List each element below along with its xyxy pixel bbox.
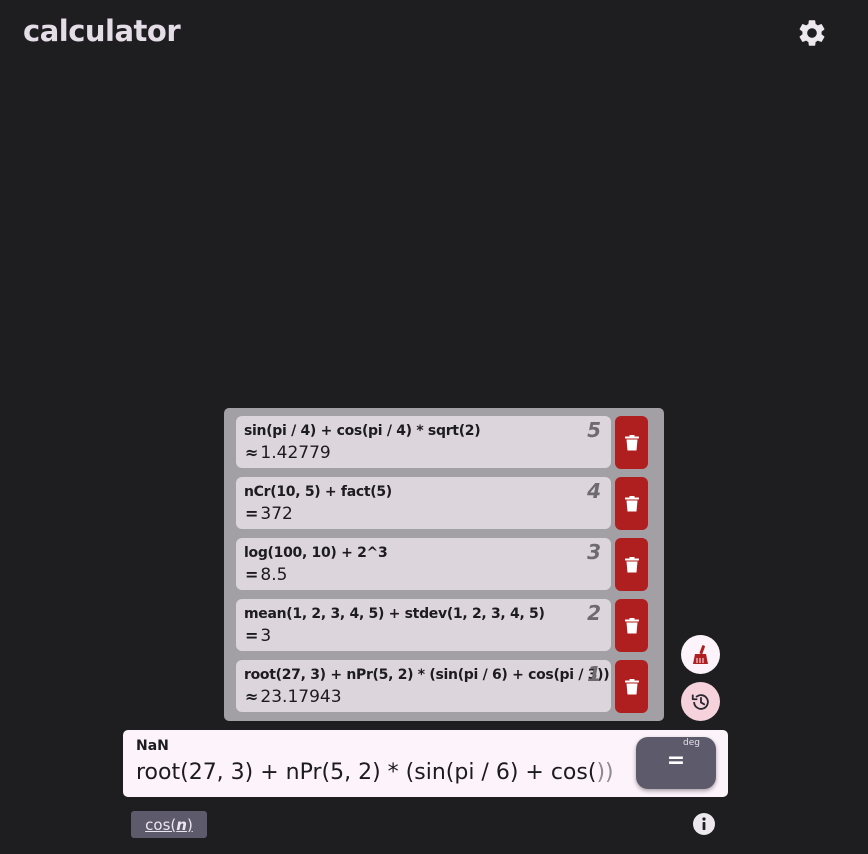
trash-icon bbox=[624, 678, 639, 694]
suggestion-func: cos( bbox=[145, 815, 177, 834]
equals-button[interactable]: deg = bbox=[636, 737, 716, 789]
result-value: 23.17943 bbox=[260, 687, 342, 707]
history-expression: sin(pi / 4) + cos(pi / 4) * sqrt(2) bbox=[244, 423, 481, 439]
info-button[interactable] bbox=[692, 812, 716, 836]
history-expression: root(27, 3) + nPr(5, 2) * (sin(pi / 6) +… bbox=[244, 667, 610, 683]
settings-button[interactable] bbox=[795, 16, 829, 50]
history-item[interactable]: root(27, 3) + nPr(5, 2) * (sin(pi / 6) +… bbox=[236, 660, 611, 712]
result-symbol: = bbox=[245, 565, 259, 584]
result-value: 1.42779 bbox=[260, 443, 331, 463]
history-index: 1 bbox=[587, 662, 601, 686]
delete-history-button[interactable] bbox=[615, 477, 648, 530]
history-item[interactable]: nCr(10, 5) + fact(5) = 372 4 bbox=[236, 477, 611, 529]
broom-icon bbox=[692, 644, 708, 664]
result-symbol: ≈ bbox=[245, 687, 259, 706]
trash-icon bbox=[624, 434, 639, 450]
history-icon bbox=[691, 693, 709, 710]
gear-icon bbox=[799, 20, 825, 46]
trash-icon bbox=[624, 495, 639, 511]
angle-mode-label: deg bbox=[683, 738, 700, 748]
expression-text: root(27, 3) + nPr(5, 2) * (sin(pi / 6) +… bbox=[136, 760, 597, 785]
history-toggle-button[interactable] bbox=[681, 682, 720, 721]
result-symbol: = bbox=[245, 504, 259, 523]
delete-history-button[interactable] bbox=[615, 416, 648, 469]
history-expression: mean(1, 2, 3, 4, 5) + stdev(1, 2, 3, 4, … bbox=[244, 606, 545, 622]
suggestion-arg: n bbox=[176, 815, 187, 834]
function-suggestion-chip[interactable]: cos(n) bbox=[131, 811, 207, 838]
clear-history-button[interactable] bbox=[681, 635, 720, 674]
history-result: = 8.5 bbox=[245, 565, 287, 585]
delete-history-button[interactable] bbox=[615, 538, 648, 591]
delete-history-button[interactable] bbox=[615, 660, 648, 713]
history-item[interactable]: sin(pi / 4) + cos(pi / 4) * sqrt(2) ≈1.4… bbox=[236, 416, 611, 468]
history-index: 5 bbox=[587, 418, 601, 442]
history-index: 4 bbox=[587, 479, 601, 503]
auto-close-hint: )) bbox=[596, 760, 614, 785]
history-result: = 3 bbox=[245, 626, 271, 646]
result-value: 3 bbox=[260, 626, 272, 646]
history-panel: sin(pi / 4) + cos(pi / 4) * sqrt(2) ≈1.4… bbox=[224, 408, 664, 721]
history-index: 2 bbox=[587, 601, 601, 625]
history-result: ≈23.17943 bbox=[245, 687, 342, 707]
trash-icon bbox=[624, 556, 639, 572]
result-preview: NaN bbox=[136, 738, 169, 754]
history-item[interactable]: mean(1, 2, 3, 4, 5) + stdev(1, 2, 3, 4, … bbox=[236, 599, 611, 651]
history-result: = 372 bbox=[245, 504, 293, 524]
result-value: 372 bbox=[260, 504, 293, 524]
result-value: 8.5 bbox=[260, 565, 288, 585]
result-symbol: ≈ bbox=[245, 443, 259, 462]
history-expression: log(100, 10) + 2^3 bbox=[244, 545, 388, 561]
suggestion-close: ) bbox=[186, 815, 193, 834]
delete-history-button[interactable] bbox=[615, 599, 648, 652]
history-item[interactable]: log(100, 10) + 2^3 = 8.5 3 bbox=[236, 538, 611, 590]
trash-icon bbox=[624, 617, 639, 633]
history-index: 3 bbox=[587, 540, 601, 564]
equals-label: = bbox=[666, 748, 686, 773]
app-title: calculator bbox=[23, 14, 181, 48]
info-icon bbox=[693, 813, 715, 835]
history-result: ≈1.42779 bbox=[245, 443, 331, 463]
input-card: NaN root(27, 3) + nPr(5, 2) * (sin(pi / … bbox=[123, 730, 728, 797]
history-expression: nCr(10, 5) + fact(5) bbox=[244, 484, 392, 500]
result-symbol: = bbox=[245, 626, 259, 645]
expression-input[interactable]: root(27, 3) + nPr(5, 2) * (sin(pi / 6) +… bbox=[136, 760, 626, 785]
